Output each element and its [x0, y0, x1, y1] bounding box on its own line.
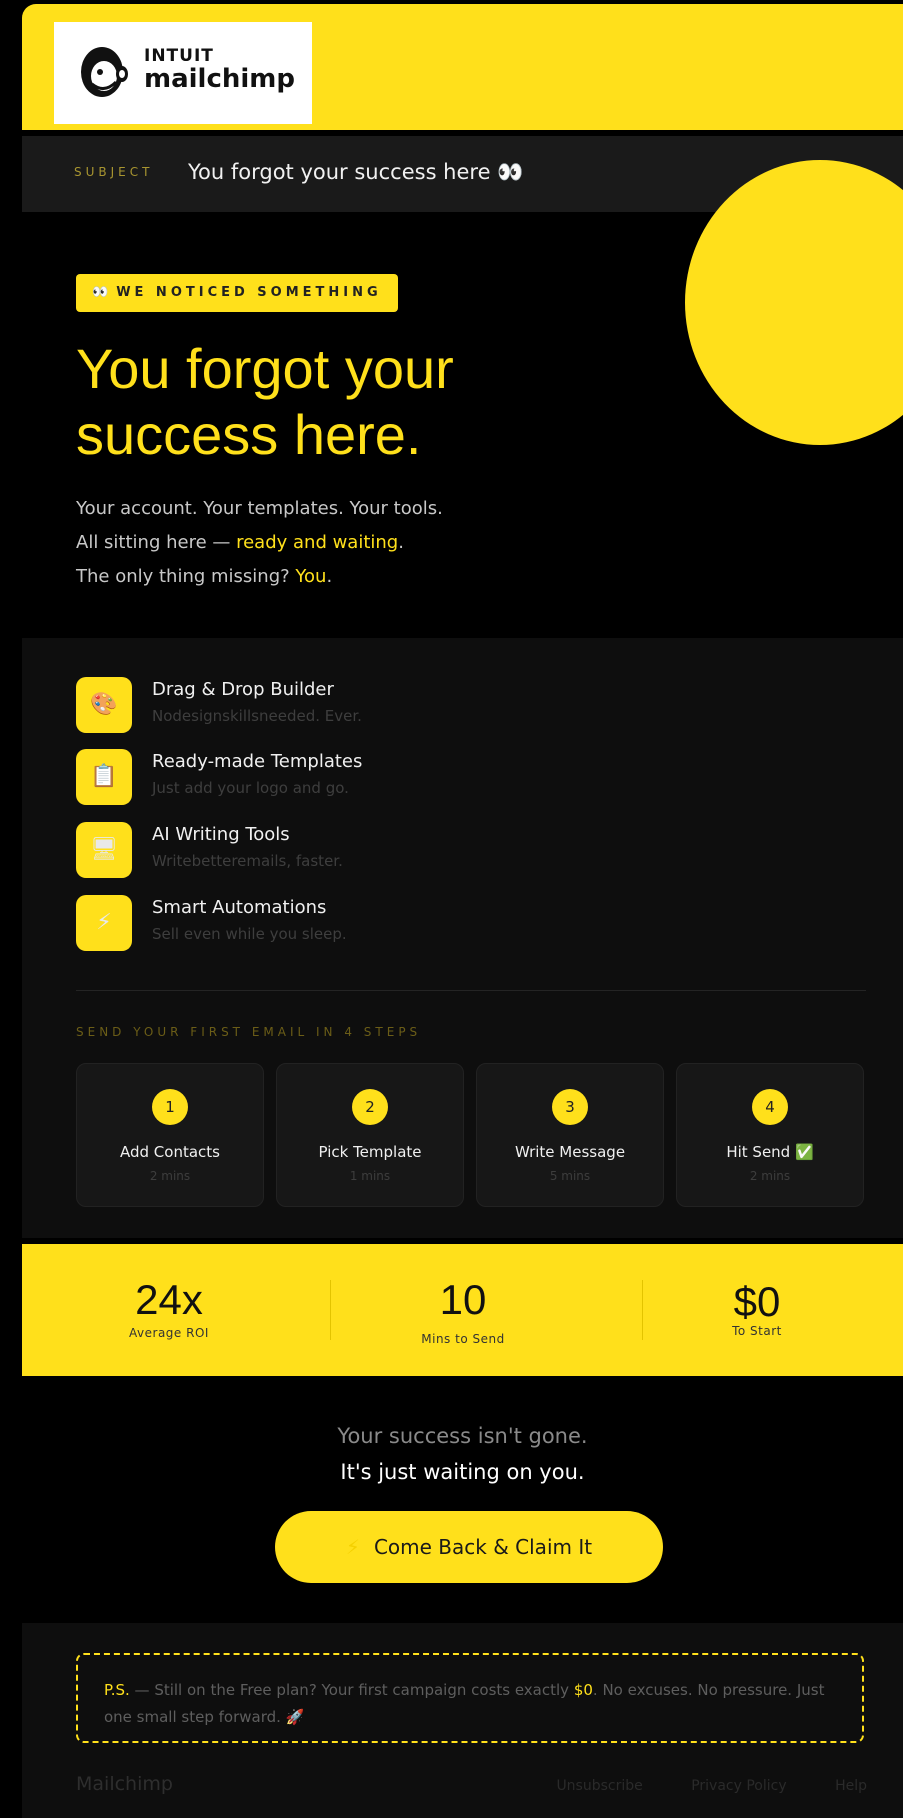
feature-subtitle: Just add your logo and go. — [152, 779, 349, 797]
feature-title: AI Writing Tools — [152, 824, 290, 845]
feature-subtitle: Nodesignskillsneeded. Ever. — [152, 707, 362, 725]
step-time: 2 mins — [149, 1169, 191, 1183]
stat-roi: 24x Average ROI — [22, 1244, 316, 1376]
privacy-policy-link[interactable]: Privacy Policy — [691, 1778, 786, 1794]
intro-line-2-prefix: All sitting here — — [76, 532, 237, 553]
step-time: 2 mins — [749, 1169, 791, 1183]
stat-label: Mins to Send — [421, 1332, 505, 1346]
footer: P.S. — Still on the Free plan? Your firs… — [22, 1623, 903, 1818]
lightning-icon: ⚡ — [76, 895, 132, 951]
step-number: 4 — [752, 1089, 788, 1125]
step-card-hit-send: 4 Hit Send ✅ 2 mins — [676, 1063, 864, 1207]
ps-amount: $0 — [573, 1681, 593, 1699]
step-time: 5 mins — [549, 1169, 591, 1183]
headline: You forgot your success here. — [76, 336, 636, 468]
computer-icon: 🖥 — [76, 822, 132, 878]
intro-line-3-suffix: . — [326, 566, 333, 587]
stat-value: 24x — [135, 1276, 203, 1323]
stat-value: 10 — [439, 1276, 487, 1323]
footer-links: Unsubscribe Privacy Policy Help — [512, 1778, 867, 1794]
headline-line-2: success here. — [76, 403, 422, 466]
ps-note: P.S. — Still on the Free plan? Your firs… — [76, 1653, 864, 1743]
intro-line-2-suffix: . — [398, 532, 404, 553]
help-link[interactable]: Help — [835, 1778, 867, 1794]
step-title: Write Message — [514, 1143, 626, 1161]
stat-label: To Start — [732, 1324, 782, 1338]
badge-text: WE NOTICED SOMETHING — [116, 285, 382, 300]
feature-title: Drag & Drop Builder — [152, 679, 334, 700]
intro-line-1: Your account. Your templates. Your tools… — [76, 498, 443, 519]
intro-text: Your account. Your templates. Your tools… — [76, 492, 443, 594]
steps-heading: SEND YOUR FIRST EMAIL IN 4 STEPS — [76, 1025, 422, 1039]
email-preview: INTUIT mailchimp SUBJECT You forgot your… — [22, 0, 903, 1818]
subject-text: You forgot your success here 👀 — [188, 160, 524, 184]
step-number: 2 — [352, 1089, 388, 1125]
step-title: Hit Send ✅ — [726, 1143, 814, 1161]
eyes-icon: 👀 — [92, 285, 109, 300]
step-number: 3 — [552, 1089, 588, 1125]
stat-label: Average ROI — [129, 1326, 209, 1340]
feature-title: Ready-made Templates — [152, 751, 363, 772]
intro-highlight-ready: ready and waiting — [236, 532, 399, 553]
unsubscribe-link[interactable]: Unsubscribe — [556, 1778, 642, 1794]
step-card-add-contacts: 1 Add Contacts 2 mins — [76, 1063, 264, 1207]
step-title: Add Contacts — [120, 1143, 220, 1161]
intro-line-3: The only thing missing? You. — [76, 560, 443, 594]
step-time: 1 mins — [349, 1169, 391, 1183]
stats-bar: 24x Average ROI 10 Mins to Send $0 To St… — [22, 1244, 903, 1376]
brand-logo: INTUIT mailchimp — [54, 22, 312, 124]
section-divider — [76, 990, 866, 991]
intro-line-3-prefix: The only thing missing? — [76, 566, 296, 587]
closing-line-2: It's just waiting on you. — [340, 1460, 585, 1484]
come-back-button[interactable]: ⚡ Come Back & Claim It — [275, 1511, 663, 1583]
logo-mailchimp-text: mailchimp — [144, 64, 295, 94]
feature-subtitle: Writebetteremails, faster. — [152, 852, 343, 870]
subject-label: SUBJECT — [74, 165, 154, 179]
footer-brand: Mailchimp — [76, 1773, 173, 1795]
stat-value: $0 — [733, 1278, 781, 1325]
cta-label: Come Back & Claim It — [373, 1535, 593, 1559]
lightning-icon: ⚡ — [345, 1535, 360, 1559]
notice-badge: 👀 WE NOTICED SOMETHING — [76, 274, 398, 312]
stat-mins: 10 Mins to Send — [316, 1244, 610, 1376]
freddie-icon — [81, 47, 128, 97]
headline-line-1: You forgot your — [76, 337, 454, 400]
intro-line-2: All sitting here — ready and waiting. — [76, 526, 443, 560]
palette-icon: 🎨 — [76, 677, 132, 733]
ps-label: P.S. — [104, 1681, 130, 1699]
step-card-pick-template: 2 Pick Template 1 mins — [276, 1063, 464, 1207]
stat-cost: $0 To Start — [610, 1244, 903, 1376]
ps-text-before: — Still on the Free plan? Your first cam… — [129, 1681, 574, 1699]
feature-title: Smart Automations — [152, 897, 327, 918]
intro-highlight-you: You — [295, 566, 327, 587]
closing-line-1: Your success isn't gone. — [337, 1424, 588, 1448]
clipboard-icon: 📋 — [76, 749, 132, 805]
header-bar: INTUIT mailchimp — [22, 4, 903, 130]
feature-subtitle: Sell even while you sleep. — [152, 925, 347, 943]
logo-intuit-text: INTUIT — [144, 46, 214, 66]
step-number: 1 — [152, 1089, 188, 1125]
step-card-write-message: 3 Write Message 5 mins — [476, 1063, 664, 1207]
step-title: Pick Template — [318, 1143, 422, 1161]
